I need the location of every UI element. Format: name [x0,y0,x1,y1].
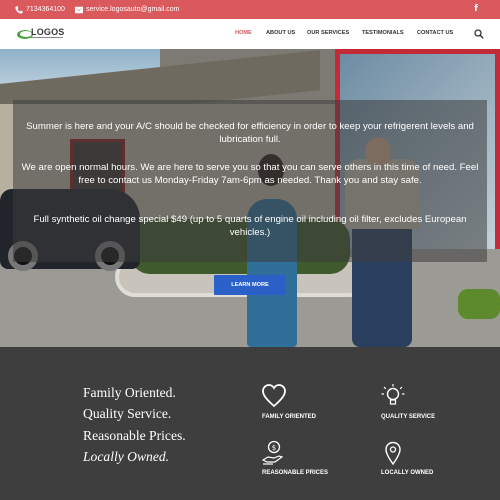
email-link[interactable]: service.logosauto@gmail.com [75,0,179,19]
phone-link[interactable]: 7134364100 [15,0,65,19]
svg-text:$: $ [272,444,276,452]
motto-line: Locally Owned. [83,449,170,464]
motto-line: Quality Service. [83,406,172,421]
hero-section: Summer is here and your A/C should be ch… [0,49,500,347]
feature-label: REASONABLE PRICES [262,470,329,476]
nav-contact-us[interactable]: CONTACT US [417,30,453,36]
hero-photo-plant [458,289,500,319]
feature-label: QUALITY SERVICE [381,414,436,420]
heart-icon [262,384,286,408]
hero-paragraph: Full synthetic oil change special $49 (u… [33,214,467,238]
nav-about-us[interactable]: ABOUT US [266,30,295,36]
phone-number: 7134364100 [26,6,65,13]
email-address: service.logosauto@gmail.com [86,6,180,13]
hero-paragraph: We are open normal hours. We are here to… [21,162,479,186]
lightbulb-icon [381,384,405,405]
feature-label: LOCALLY OWNED [381,470,434,476]
hero-paragraph: Summer is here and your A/C should be ch… [26,121,474,145]
location-pin-icon [385,441,401,466]
nav-our-services[interactable]: OUR SERVICES [307,30,349,36]
money-hand-icon: $ [261,440,284,465]
logo-text: LOGOS [31,27,65,37]
feature-label: FAMILY ORIENTED [262,414,317,420]
nav-home[interactable]: HOME [235,30,252,36]
phone-icon [15,5,23,14]
motto-line: Family Oriented. [83,385,176,400]
search-icon[interactable] [474,29,484,39]
nav-testimonials[interactable]: TESTIMONIALS [362,30,404,36]
learn-more-button[interactable]: LEARN MORE [214,275,286,295]
logo[interactable]: LOGOS [17,27,65,41]
features-section: Family Oriented. Quality Service. Reason… [0,347,500,500]
logo-underline [31,37,63,38]
top-contact-bar: 7134364100 service.logosauto@gmail.com f [0,0,500,19]
motto-line: Reasonable Prices. [83,428,186,443]
site-header: LOGOS HOME ABOUT US OUR SERVICES TESTIMO… [0,19,500,49]
facebook-icon[interactable]: f [474,4,478,14]
hero-announcement-box: Summer is here and your A/C should be ch… [13,100,487,262]
envelope-icon [75,6,83,13]
